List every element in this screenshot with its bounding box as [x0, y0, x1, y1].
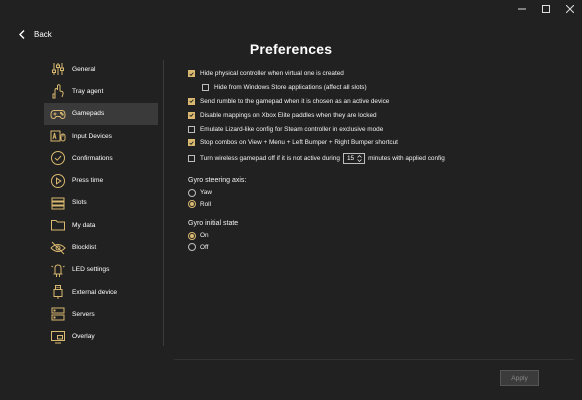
apply-button[interactable]: Apply [500, 370, 539, 386]
option-label: Turn wireless gamepad off if it is not a… [200, 154, 340, 162]
option-label: Hide physical controller when virtual on… [200, 70, 344, 78]
minimize-button[interactable] [510, 0, 534, 18]
sidebar-item-servers[interactable]: Servers [44, 303, 158, 325]
chevron-up-icon[interactable] [357, 154, 362, 158]
emulate-lizard-checkbox[interactable] [188, 125, 195, 133]
sidebar-item-label: General [72, 65, 96, 73]
sidebar-item-label: Press time [72, 177, 104, 185]
stop-combos-checkbox[interactable] [188, 139, 195, 147]
check-circle-icon [50, 150, 66, 166]
emulate-lizard-option[interactable]: Emulate Lizard-like config for Steam con… [188, 122, 568, 136]
sliders-icon [50, 61, 66, 77]
sidebar-item-tray-agent[interactable]: Tray agent [44, 80, 158, 102]
window-controls [510, 0, 582, 18]
sidebar-item-gamepads[interactable]: Gamepads [44, 102, 158, 125]
sidebar-item-slots[interactable]: Slots [44, 192, 158, 214]
usb-icon [50, 284, 66, 300]
play-circle-icon [50, 173, 66, 189]
gyro-initial-state-title: Gyro initial state [188, 220, 239, 228]
folder-icon [50, 217, 66, 233]
sidebar-item-blocklist[interactable]: Blocklist [44, 236, 158, 258]
sidebar-item-general[interactable]: General [44, 58, 158, 80]
maximize-icon [542, 5, 550, 13]
led-icon [50, 262, 66, 278]
gyro-state-on-option[interactable]: On [188, 230, 568, 242]
sidebar-item-label: Overlay [72, 333, 95, 341]
minimize-icon [518, 8, 526, 10]
sidebar-item-label: Confirmations [72, 154, 113, 162]
keyboard-mouse-icon [50, 128, 66, 144]
hide-from-store-option[interactable]: Hide from Windows Store applications (af… [188, 81, 568, 95]
hide-physical-controller-checkbox[interactable] [188, 70, 195, 78]
sidebar-item-overlay[interactable]: Overlay [44, 326, 158, 348]
sidebar: General Tray agent Gamepads Input Device… [44, 58, 158, 348]
sidebar-item-label: LED settings [72, 266, 110, 274]
sidebar-item-label: Tray agent [72, 87, 104, 95]
sidebar-item-label: My data [72, 221, 96, 229]
turn-off-wireless-option[interactable]: Turn wireless gamepad off if it is not a… [188, 150, 568, 167]
tray-hand-icon [50, 83, 66, 99]
sidebar-item-input-devices[interactable]: Input Devices [44, 125, 158, 147]
radio-label: On [200, 232, 209, 240]
checkmark-icon [189, 141, 194, 145]
gamepads-settings-panel: Hide physical controller when virtual on… [188, 67, 568, 253]
gyro-axis-roll-option[interactable]: Roll [188, 198, 568, 210]
turn-off-wireless-checkbox[interactable] [188, 154, 195, 162]
sidebar-item-external-device[interactable]: External device [44, 281, 158, 303]
sidebar-item-label: Blocklist [72, 244, 97, 252]
minutes-stepper[interactable]: 15 [342, 152, 366, 164]
gyro-axis-yaw-radio[interactable] [188, 188, 196, 197]
footer-divider [174, 359, 574, 360]
gyro-axis-roll-radio[interactable] [188, 200, 196, 209]
option-label: Emulate Lizard-like config for Steam con… [200, 125, 384, 133]
sidebar-item-my-data[interactable]: My data [44, 214, 158, 236]
sidebar-item-label: Servers [72, 310, 95, 318]
gyro-state-off-radio[interactable] [188, 243, 196, 252]
eye-off-icon [50, 240, 66, 256]
send-rumble-option[interactable]: Send rumble to the gamepad when it is ch… [188, 95, 568, 109]
overlay-icon [50, 329, 66, 345]
checkmark-icon [189, 99, 194, 104]
back-label: Back [34, 30, 52, 39]
servers-icon [50, 306, 66, 322]
sidebar-item-led-settings[interactable]: LED settings [44, 259, 158, 281]
send-rumble-checkbox[interactable] [188, 97, 195, 105]
gyro-state-off-option[interactable]: Off [188, 241, 568, 253]
minutes-value: 15 [346, 154, 355, 162]
disable-paddles-option[interactable]: Disable mappings on Xbox Elite paddles w… [188, 108, 568, 122]
option-label: Disable mappings on Xbox Elite paddles w… [200, 111, 377, 119]
stop-combos-option[interactable]: Stop combos on View + Menu + Left Bumper… [188, 136, 568, 150]
option-label: Stop combos on View + Menu + Left Bumper… [200, 139, 398, 147]
sidebar-item-label: Slots [72, 199, 87, 207]
gyro-state-on-radio[interactable] [188, 231, 196, 240]
gamepad-icon [50, 106, 66, 122]
back-button[interactable]: Back [18, 30, 52, 39]
arrow-left-icon [19, 30, 25, 39]
sidebar-item-confirmations[interactable]: Confirmations [44, 147, 158, 169]
slots-icon [50, 195, 66, 211]
radio-label: Off [200, 243, 209, 251]
sidebar-divider [163, 60, 164, 346]
hide-from-store-checkbox[interactable] [202, 84, 209, 92]
close-button[interactable] [558, 0, 582, 18]
gyro-axis-yaw-option[interactable]: Yaw [188, 187, 568, 199]
disable-paddles-checkbox[interactable] [188, 111, 195, 119]
option-label: Hide from Windows Store applications (af… [214, 84, 367, 92]
checkmark-icon [189, 72, 194, 76]
hide-physical-controller-option[interactable]: Hide physical controller when virtual on… [188, 67, 568, 81]
maximize-button[interactable] [534, 0, 558, 18]
sidebar-item-label: Input Devices [72, 132, 112, 140]
radio-label: Yaw [200, 189, 212, 197]
sidebar-item-press-time[interactable]: Press time [44, 169, 158, 191]
option-label-suffix: minutes with applied config [368, 154, 445, 162]
page-title: Preferences [249, 41, 333, 57]
radio-label: Roll [200, 200, 212, 208]
close-icon [566, 5, 574, 13]
chevron-down-icon[interactable] [357, 158, 362, 162]
sidebar-item-label: External device [72, 288, 118, 296]
sidebar-item-label: Gamepads [72, 110, 105, 118]
checkmark-icon [189, 113, 194, 118]
gyro-steering-axis-title: Gyro steering axis: [188, 177, 247, 185]
option-label: Send rumble to the gamepad when it is ch… [200, 97, 390, 105]
